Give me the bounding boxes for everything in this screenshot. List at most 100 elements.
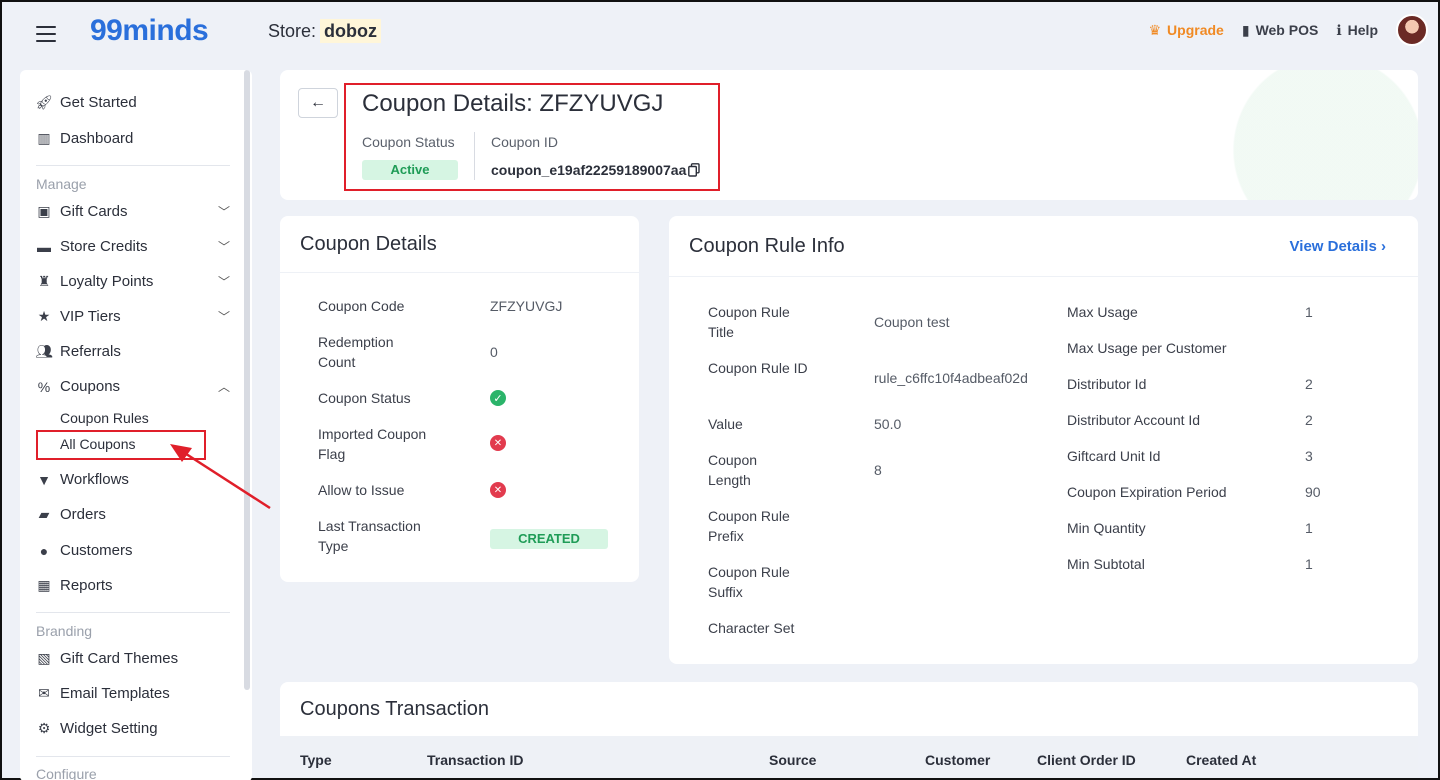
max-usage-label: Max Usage xyxy=(1067,304,1138,320)
view-details-link[interactable]: View Details › xyxy=(1290,238,1386,255)
sidebar-item-loyalty-points[interactable]: ♜ Loyalty Points ﹀ xyxy=(36,273,230,290)
coupon-code-label: Coupon Code xyxy=(318,298,405,314)
user-icon: ● xyxy=(39,542,49,559)
coupon-expiration-period-value: 90 xyxy=(1305,484,1321,500)
allow-to-issue-label: Allow to Issue xyxy=(318,482,405,498)
column-header-source[interactable]: Source xyxy=(769,752,816,768)
sidebar-item-gift-cards[interactable]: ▣ Gift Cards ﹀ xyxy=(36,203,230,220)
coupon-header-card: ← Coupon Details: ZFZYUVGJ Coupon Status… xyxy=(280,70,1418,200)
chevron-down-icon: ﹀ xyxy=(217,205,230,219)
decorative-shape xyxy=(1198,70,1418,200)
help-link[interactable]: ℹ Help xyxy=(1336,22,1378,39)
users-icon: 👥︎ xyxy=(35,343,53,359)
max-usage-per-customer-label: Max Usage per Customer xyxy=(1067,340,1227,356)
divider xyxy=(280,272,639,273)
brand-logo[interactable]: 99minds xyxy=(90,14,209,48)
sidebar-item-email-templates[interactable]: ✉ Email Templates xyxy=(36,685,230,702)
chart-icon: ▥ xyxy=(37,130,51,146)
coupon-status-label: Coupon Status xyxy=(362,134,455,150)
rule-value-label: Value xyxy=(708,416,743,432)
bag-icon: ▰ xyxy=(38,506,50,522)
distributor-id-value: 2 xyxy=(1305,376,1313,392)
distributor-account-id-value: 2 xyxy=(1305,412,1313,428)
last-transaction-type-label: Last Transaction Type xyxy=(318,518,421,554)
sidebar-item-label: Store Credits xyxy=(60,238,148,255)
help-label: Help xyxy=(1347,22,1378,38)
sidebar-item-reports[interactable]: ▦ Reports xyxy=(36,577,230,594)
rule-value-value: 50.0 xyxy=(874,416,902,432)
check-circle-icon: ✓ xyxy=(490,390,506,406)
coupon-rule-info-card: Coupon Rule Info View Details › Coupon R… xyxy=(669,216,1418,664)
sidebar-item-coupons[interactable]: % Coupons ︿ xyxy=(36,378,230,395)
x-circle-icon: ✕ xyxy=(490,435,506,451)
upgrade-link[interactable]: ♛ Upgrade xyxy=(1148,22,1223,39)
avatar[interactable] xyxy=(1396,14,1428,46)
status-badge: Active xyxy=(362,160,458,180)
copy-icon[interactable] xyxy=(688,163,700,177)
distributor-account-id-label: Distributor Account Id xyxy=(1067,412,1201,428)
sidebar-item-dashboard[interactable]: ▥ Dashboard xyxy=(36,130,230,147)
character-set-label: Character Set xyxy=(708,620,795,636)
rule-title-value: Coupon test xyxy=(874,314,950,330)
coupon-code-value: ZFZYUVGJ xyxy=(490,298,563,314)
sidebar-item-label: Gift Card Themes xyxy=(60,650,179,667)
sidebar-scrollbar[interactable] xyxy=(244,70,250,690)
divider xyxy=(669,276,1418,277)
column-header-type[interactable]: Type xyxy=(300,752,332,768)
sidebar-item-widget-setting[interactable]: ⚙ Widget Setting xyxy=(36,720,230,737)
web-pos-label: Web POS xyxy=(1255,22,1319,38)
sidebar-item-label: Orders xyxy=(60,506,106,523)
coupons-transaction-card: Coupons Transaction Type Transaction ID … xyxy=(280,682,1418,778)
max-usage-value: 1 xyxy=(1305,304,1313,320)
sidebar-item-referrals[interactable]: 👥︎ Referrals xyxy=(35,343,230,360)
rule-id-label: Coupon Rule ID xyxy=(708,360,808,376)
divider xyxy=(36,612,230,613)
top-bar: 99minds Store: doboz ♛ Upgrade ▮ Web POS … xyxy=(2,2,1438,64)
sidebar-item-store-credits[interactable]: ▬ Store Credits ﹀ xyxy=(36,238,230,255)
min-subtotal-value: 1 xyxy=(1305,556,1313,572)
gift-icon: ▣ xyxy=(37,203,51,219)
column-header-client-order-id[interactable]: Client Order ID xyxy=(1037,752,1136,768)
chevron-down-icon: ﹀ xyxy=(217,275,230,289)
sidebar-item-gift-card-themes[interactable]: ▧ Gift Card Themes xyxy=(36,650,230,667)
rule-suffix-label: Coupon Rule Suffix xyxy=(708,564,790,600)
mail-icon: ✉ xyxy=(38,685,50,701)
chevron-down-icon: ﹀ xyxy=(217,310,230,324)
rule-id-value: rule_c6ffc10f4adbeaf02d xyxy=(874,370,1028,386)
sidebar: 🚀︎ Get Started ▥ Dashboard Manage ▣ Gift… xyxy=(20,70,252,780)
sidebar-subitem-coupon-rules[interactable]: Coupon Rules xyxy=(60,410,149,426)
store-name: doboz xyxy=(320,19,382,43)
giftcard-unit-id-value: 3 xyxy=(1305,448,1313,464)
chevron-right-icon: › xyxy=(1381,238,1386,255)
web-pos-link[interactable]: ▮ Web POS xyxy=(1242,22,1318,39)
view-details-label: View Details xyxy=(1289,238,1377,255)
table-header: Type Transaction ID Source Customer Clie… xyxy=(280,736,1418,778)
rocket-icon: 🚀︎ xyxy=(35,94,53,110)
top-right-actions: ♛ Upgrade ▮ Web POS ℹ Help xyxy=(1148,14,1428,46)
filter-icon: ▼ xyxy=(37,471,51,488)
coupon-length-label: Coupon Length xyxy=(708,452,758,488)
rule-prefix-label: Coupon Rule Prefix xyxy=(708,508,790,544)
sidebar-item-label: Dashboard xyxy=(60,130,134,147)
page-title: Coupon Details: ZFZYUVGJ xyxy=(362,90,664,117)
gear-icon: ⚙ xyxy=(37,720,51,736)
coupon-details-card: Coupon Details Coupon Code ZFZYUVGJ Rede… xyxy=(280,216,639,582)
min-quantity-label: Min Quantity xyxy=(1067,520,1146,536)
sidebar-item-customers[interactable]: ● Customers xyxy=(36,542,230,559)
back-button[interactable]: ← xyxy=(298,88,338,118)
wallet-icon: ▬ xyxy=(37,238,51,255)
sidebar-item-label: Referrals xyxy=(60,343,121,360)
store-label: Store: xyxy=(268,21,317,41)
column-header-transaction-id[interactable]: Transaction ID xyxy=(427,752,523,768)
column-header-created-at[interactable]: Created At xyxy=(1186,752,1256,768)
column-header-customer[interactable]: Customer xyxy=(925,752,990,768)
info-icon: ℹ xyxy=(1336,21,1342,38)
trophy-icon: ♜ xyxy=(37,273,51,289)
divider xyxy=(474,132,475,180)
card-title: Coupons Transaction xyxy=(300,697,490,720)
redemption-count-value: 0 xyxy=(490,344,498,360)
sidebar-item-vip-tiers[interactable]: ★ VIP Tiers ﹀ xyxy=(36,308,230,325)
hamburger-menu-icon[interactable] xyxy=(36,26,56,42)
sidebar-item-label: Reports xyxy=(60,577,113,594)
sidebar-item-get-started[interactable]: 🚀︎ Get Started xyxy=(35,94,230,111)
